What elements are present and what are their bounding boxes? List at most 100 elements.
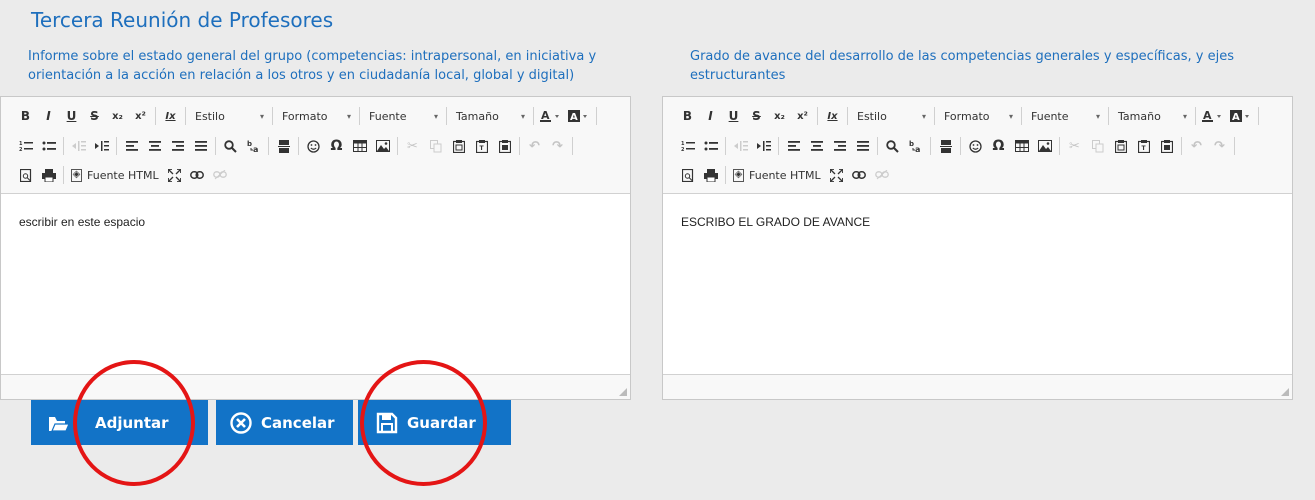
font-dropdown[interactable]: Fuente ▾ [1025, 106, 1105, 126]
print-button[interactable] [37, 165, 60, 185]
text-color-button[interactable]: A [1199, 106, 1227, 126]
source-html-button[interactable]: ◈ Fuente HTML [67, 165, 163, 185]
copy-button[interactable] [1086, 136, 1109, 156]
size-dropdown[interactable]: Tamaño ▾ [1112, 106, 1192, 126]
background-color-button[interactable]: A [565, 106, 593, 126]
print-button[interactable] [699, 165, 722, 185]
cut-button[interactable]: ✂ [401, 136, 424, 156]
find-button[interactable] [219, 136, 242, 156]
save-button[interactable]: Guardar [358, 400, 511, 445]
left-editor-content[interactable]: escribir en este espacio [19, 215, 145, 229]
undo-button[interactable]: ↶ [1185, 136, 1208, 156]
strikethrough-button[interactable]: S [83, 106, 106, 126]
italic-button[interactable]: I [37, 106, 60, 126]
toolbar-row-3: ◈ Fuente HTML [676, 165, 894, 185]
link-button[interactable] [848, 165, 871, 185]
page-break-button[interactable] [272, 136, 295, 156]
right-editor-content[interactable]: ESCRIBO EL GRADO DE AVANCE [681, 215, 870, 229]
format-dropdown[interactable]: Formato ▾ [276, 106, 356, 126]
image-button[interactable] [1033, 136, 1056, 156]
resize-handle[interactable] [1281, 388, 1289, 396]
superscript-button[interactable]: x² [791, 106, 814, 126]
size-dropdown[interactable]: Tamaño ▾ [450, 106, 530, 126]
subscript-button[interactable]: x₂ [768, 106, 791, 126]
clipboard-icon [1114, 139, 1127, 153]
strikethrough-button[interactable]: S [745, 106, 768, 126]
numbered-list-icon: 12 [681, 141, 695, 152]
bold-button[interactable]: B [676, 106, 699, 126]
font-dropdown[interactable]: Fuente ▾ [363, 106, 443, 126]
font-dropdown-label: Fuente [369, 109, 407, 123]
maximize-button[interactable] [825, 165, 848, 185]
paste-button[interactable] [447, 136, 470, 156]
bulleted-list-button[interactable] [699, 136, 722, 156]
copy-button[interactable] [424, 136, 447, 156]
page-break-button[interactable] [934, 136, 957, 156]
underline-button[interactable]: U [60, 106, 83, 126]
background-color-button[interactable]: A [1227, 106, 1255, 126]
align-center-button[interactable] [805, 136, 828, 156]
paste-text-button[interactable]: T [1132, 136, 1155, 156]
style-dropdown[interactable]: Estilo ▾ [189, 106, 269, 126]
table-button[interactable] [1010, 136, 1033, 156]
emoji-button[interactable] [302, 136, 325, 156]
paste-button[interactable] [1109, 136, 1132, 156]
redo-button[interactable]: ↷ [546, 136, 569, 156]
text-color-button[interactable]: A [537, 106, 565, 126]
redo-button[interactable]: ↷ [1208, 136, 1231, 156]
find-button[interactable] [881, 136, 904, 156]
link-button[interactable] [186, 165, 209, 185]
special-char-button[interactable]: Ω [987, 136, 1010, 156]
special-char-button[interactable]: Ω [325, 136, 348, 156]
preview-button[interactable] [676, 165, 699, 185]
resize-handle[interactable] [619, 388, 627, 396]
align-left-button[interactable] [782, 136, 805, 156]
undo-button[interactable]: ↶ [523, 136, 546, 156]
chevron-down-icon: ▾ [1095, 111, 1100, 121]
unlink-button[interactable] [871, 165, 894, 185]
numbered-list-button[interactable]: 12 [676, 136, 699, 156]
table-button[interactable] [348, 136, 371, 156]
superscript-button[interactable]: x² [129, 106, 152, 126]
unlink-button[interactable] [209, 165, 232, 185]
paste-word-button[interactable] [1155, 136, 1178, 156]
indent-button[interactable] [90, 136, 113, 156]
source-html-button[interactable]: ◈ Fuente HTML [729, 165, 825, 185]
underline-button[interactable]: U [722, 106, 745, 126]
emoji-button[interactable] [964, 136, 987, 156]
indent-button[interactable] [752, 136, 775, 156]
remove-format-button[interactable]: Ix [159, 106, 182, 126]
svg-text:T: T [1141, 145, 1146, 152]
cancel-circle-icon [230, 411, 252, 434]
subscript-button[interactable]: x₂ [106, 106, 129, 126]
toolbar-separator [533, 107, 534, 125]
format-dropdown[interactable]: Formato ▾ [938, 106, 1018, 126]
source-code-icon: ◈ [733, 168, 744, 182]
cancel-button[interactable]: Cancelar [216, 400, 353, 445]
remove-format-button[interactable]: Ix [821, 106, 844, 126]
justify-button[interactable] [189, 136, 212, 156]
cut-button[interactable]: ✂ [1063, 136, 1086, 156]
preview-button[interactable] [14, 165, 37, 185]
toolbar-separator [817, 107, 818, 125]
justify-button[interactable] [851, 136, 874, 156]
image-button[interactable] [371, 136, 394, 156]
align-right-button[interactable] [166, 136, 189, 156]
outdent-button[interactable] [67, 136, 90, 156]
numbered-list-button[interactable]: 12 [14, 136, 37, 156]
maximize-button[interactable] [163, 165, 186, 185]
replace-button[interactable]: ba [242, 136, 265, 156]
image-icon [1037, 140, 1052, 152]
bold-button[interactable]: B [14, 106, 37, 126]
outdent-button[interactable] [729, 136, 752, 156]
bulleted-list-button[interactable] [37, 136, 60, 156]
align-left-button[interactable] [120, 136, 143, 156]
align-right-button[interactable] [828, 136, 851, 156]
italic-button[interactable]: I [699, 106, 722, 126]
replace-button[interactable]: ba [904, 136, 927, 156]
paste-word-button[interactable] [493, 136, 516, 156]
attach-button[interactable]: Adjuntar [31, 400, 208, 445]
paste-text-button[interactable]: T [470, 136, 493, 156]
align-center-button[interactable] [143, 136, 166, 156]
style-dropdown[interactable]: Estilo ▾ [851, 106, 931, 126]
